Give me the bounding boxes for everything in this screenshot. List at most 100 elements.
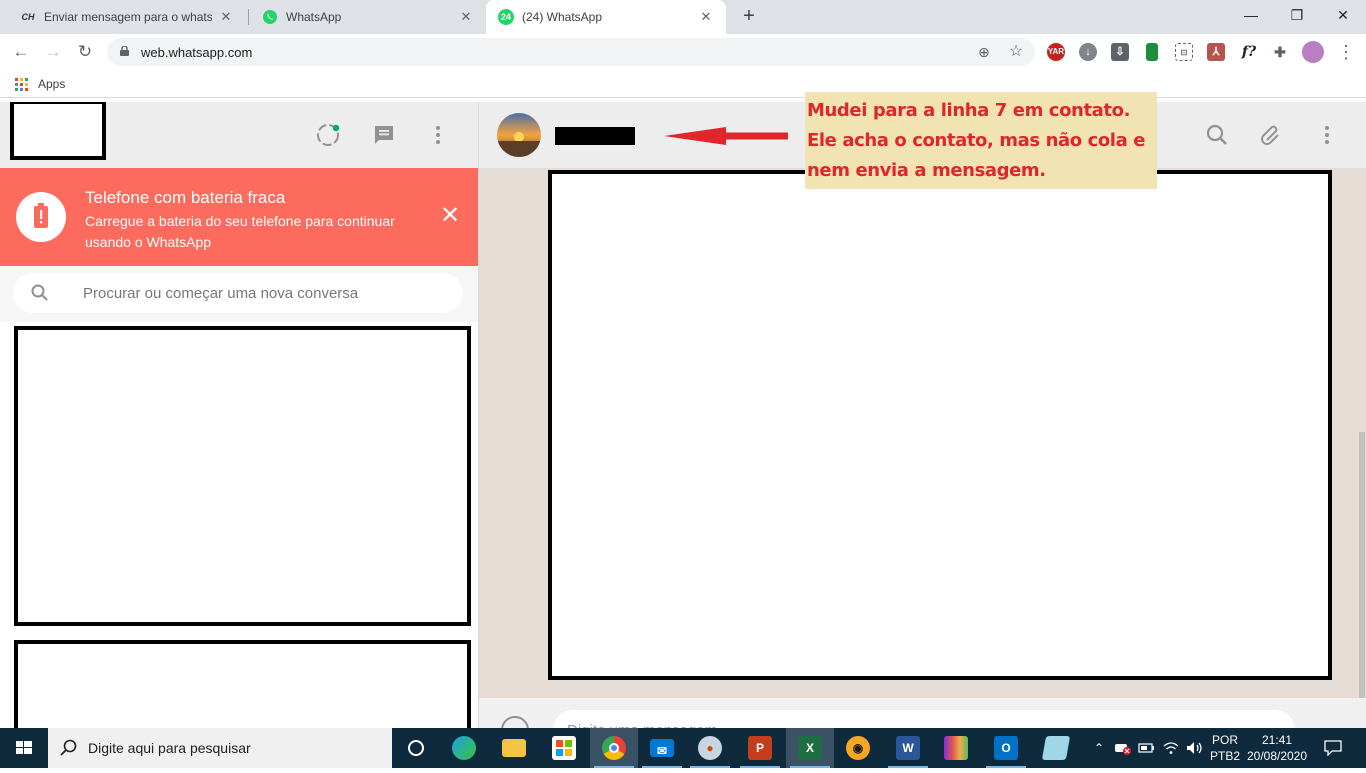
restore-icon[interactable]: ❐ [1274,0,1320,30]
formula-extension-icon[interactable]: f? [1238,43,1260,61]
lang-code: POR [1211,733,1238,747]
new-tab-button[interactable]: + [738,5,760,27]
battery-alert-icon [16,192,66,242]
notepad-icon[interactable] [1032,728,1080,768]
ch-favicon-icon: CH [21,12,35,22]
compose-bar [479,698,1366,728]
windows-start-icon[interactable] [0,728,48,768]
search-area [0,266,478,322]
minimize-icon[interactable]: — [1228,0,1274,30]
clock[interactable]: 21:41 20/08/2020 [1244,728,1310,768]
redacted-profile-area [10,102,106,160]
pdf-extension-icon[interactable]: ⅄ [1207,43,1225,61]
redacted-messages [548,170,1332,680]
cortana-icon[interactable] [392,728,440,768]
network-error-icon[interactable] [1112,728,1134,768]
zoom-icon[interactable]: ⊕ [975,43,993,61]
search-icon [31,284,48,301]
chevron-up-icon[interactable]: ⌃ [1090,728,1108,768]
file-explorer-icon[interactable] [490,728,538,768]
close-icon[interactable]: ✕ [440,204,460,228]
whatsapp-logo-icon [262,9,278,25]
volume-icon[interactable] [1184,728,1206,768]
taskbar: Digite aqui para pesquisar ✉ ● P X ◉ W O… [0,728,1366,768]
browser-toolbar: ← → ↻ web.whatsapp.com ⊕ ☆ YAR ↓ ⇩ ⊡ ⅄ f… [0,34,1366,70]
language-indicator[interactable]: POR PTB2 [1208,728,1242,768]
annotation-line: Mudei para a linha 7 em contato. [807,100,1131,121]
search-box[interactable] [13,273,463,313]
sidebar-header [0,102,478,168]
address-bar[interactable]: web.whatsapp.com ⊕ ☆ [107,38,1035,66]
battery-description: Carregue a bateria do seu telefone para … [85,213,395,250]
annotation-arrow-icon [664,127,788,145]
tab-separator [248,9,249,25]
keyboard-layout: PTB2 [1209,749,1240,763]
close-window-icon[interactable]: ✕ [1320,0,1366,30]
outlook-icon[interactable]: O [982,728,1030,768]
contact-avatar[interactable] [497,113,541,157]
clock-date: 20/08/2020 [1246,749,1308,763]
star-bookmark-icon[interactable]: ☆ [1007,43,1025,61]
vpn-shield-icon[interactable]: ◉ [834,728,882,768]
menu-kebab-icon[interactable] [426,123,450,147]
bookmarks-bar: Apps [0,70,1366,98]
apps-grid-icon[interactable] [15,78,28,91]
lock-icon [120,46,129,56]
download-extension-icon[interactable]: ↓ [1079,43,1097,61]
back-arrow-icon[interactable]: ← [9,40,33,64]
save-extension-icon[interactable]: ⇩ [1111,43,1129,61]
search-icon[interactable] [1205,123,1229,147]
tab-whatsapp-24[interactable]: 24 (24) WhatsApp ✕ [486,0,726,34]
taskbar-search-text: Digite aqui para pesquisar [88,740,251,756]
powerpoint-icon[interactable]: P [736,728,784,768]
chrome-icon[interactable] [590,728,638,768]
new-chat-icon[interactable] [372,123,396,147]
book-extension-icon[interactable] [1146,43,1158,61]
close-icon[interactable]: ✕ [458,9,474,25]
screenshot-extension-icon[interactable]: ⊡ [1175,43,1193,61]
excel-icon[interactable]: X [786,728,834,768]
search-input[interactable] [83,283,443,303]
redacted-contact-name [555,127,635,145]
url-text: web.whatsapp.com [141,45,253,60]
battery-title: Telefone com bateria fraca [85,188,286,207]
conversation-pane [479,102,1366,728]
tab-title: Enviar mensagem para o whatsapp [44,10,212,24]
paint-icon[interactable]: ● [686,728,734,768]
close-icon[interactable]: ✕ [698,9,714,25]
low-battery-banner: Telefone com bateria fraca Carregue a ba… [0,168,478,266]
forward-arrow-icon[interactable]: → [41,40,65,64]
emoji-icon[interactable] [501,716,529,728]
annotation-line: Ele acha o contato, mas não cola e [807,130,1145,151]
tab-enviar-mensagem[interactable]: CH Enviar mensagem para o whatsapp ✕ [8,0,246,34]
chat-list [0,322,478,728]
mail-icon[interactable]: ✉ [638,728,686,768]
puzzle-extensions-icon[interactable]: ✚ [1271,43,1289,61]
word-icon[interactable]: W [884,728,932,768]
apps-bookmark[interactable]: Apps [38,77,65,91]
redacted-chat-list [14,640,471,728]
annotation-note: Mudei para a linha 7 em contato. Ele ach… [805,92,1157,189]
yar-extension-icon[interactable]: YAR [1047,43,1065,61]
menu-kebab-icon[interactable] [1315,123,1339,147]
notification-center-icon[interactable] [1316,728,1350,768]
reload-icon[interactable]: ↻ [73,40,97,64]
close-icon[interactable]: ✕ [218,9,234,25]
scrollbar[interactable] [1359,432,1365,698]
taskbar-search-box[interactable]: Digite aqui para pesquisar [48,728,392,768]
store-icon[interactable] [540,728,588,768]
wifi-icon[interactable] [1160,728,1182,768]
profile-avatar-icon[interactable] [1302,41,1324,63]
menu-kebab-icon[interactable]: ⋮ [1334,40,1358,64]
battery-icon[interactable] [1136,728,1158,768]
paperclip-icon[interactable] [1259,123,1283,147]
status-icon[interactable] [316,123,340,147]
tab-title: (24) WhatsApp [522,10,603,24]
message-input[interactable] [553,710,1295,728]
sidebar-pane: Telefone com bateria fraca Carregue a ba… [0,102,479,728]
edge-icon[interactable] [440,728,488,768]
tab-whatsapp[interactable]: WhatsApp ✕ [250,0,486,34]
tab-title: WhatsApp [286,10,342,24]
winrar-icon[interactable] [932,728,980,768]
redacted-chat-list [14,326,471,626]
